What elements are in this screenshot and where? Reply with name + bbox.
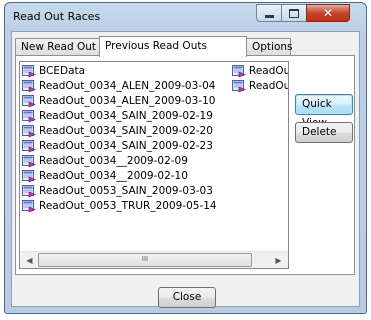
close-window-button[interactable]: ✕ <box>306 4 350 22</box>
list-item[interactable]: ReadOut_0034__2009-02-10 <box>22 169 217 184</box>
list-item[interactable]: ReadOut_0034_SAIN_2009-02-20 <box>22 124 217 139</box>
list-item-label: ReadOu <box>249 80 289 92</box>
minimize-icon <box>264 14 274 18</box>
database-file-icon <box>232 80 246 93</box>
tab-previous-read-outs[interactable]: Previous Read Outs <box>99 36 247 57</box>
list-column-2: ReadOu ReadOu <box>232 64 289 94</box>
maximize-icon <box>289 8 299 18</box>
list-item[interactable]: ReadOut_0034_SAIN_2009-02-23 <box>22 139 217 154</box>
database-file-icon <box>22 125 36 138</box>
list-item-label: ReadOut_0034_SAIN_2009-02-20 <box>39 125 213 137</box>
scroll-left-arrow-icon[interactable]: ◀ <box>21 254 38 267</box>
list-item[interactable]: ReadOut_0053_SAIN_2009-03-03 <box>22 184 217 199</box>
read-out-races-window: Read Out Races ✕ New Read Out Previous R… <box>4 2 367 314</box>
database-file-icon <box>22 80 36 93</box>
scroll-thumb[interactable]: III <box>38 253 252 267</box>
list-item[interactable]: ReadOut_0034_SAIN_2009-02-19 <box>22 109 217 124</box>
title-bar[interactable]: Read Out Races ✕ <box>5 3 366 31</box>
database-file-icon <box>22 170 36 183</box>
read-out-list[interactable]: BCEData ReadOut_0034_ALEN_2009-03-04 ReadO… <box>19 61 289 269</box>
list-item-label: ReadOu <box>249 65 289 77</box>
list-item[interactable]: ReadOut_0053_TRUR_2009-05-14 <box>22 199 217 214</box>
dialog-client-area: New Read Out Previous Read Outs Options … <box>11 31 360 308</box>
list-item-label: ReadOut_0034_ALEN_2009-03-10 <box>39 95 216 107</box>
database-file-icon <box>22 110 36 123</box>
scroll-thumb-grip: III <box>141 255 149 263</box>
quick-view-button[interactable]: Quick View <box>295 94 353 129</box>
list-item-label: BCEData <box>39 65 86 77</box>
list-item[interactable]: ReadOut_0034_ALEN_2009-03-10 <box>22 94 217 109</box>
delete-button[interactable]: Delete <box>295 122 353 143</box>
list-item[interactable]: ReadOut_0034_ALEN_2009-03-04 <box>22 79 217 94</box>
list-item-label: ReadOut_0034_ALEN_2009-03-04 <box>39 80 216 92</box>
database-file-icon <box>22 65 36 78</box>
list-item-label: ReadOut_0034_SAIN_2009-02-23 <box>39 140 213 152</box>
previous-read-outs-panel: BCEData ReadOut_0034_ALEN_2009-03-04 ReadO… <box>15 55 355 275</box>
maximize-button[interactable] <box>281 4 307 22</box>
list-item-label: ReadOut_0034_SAIN_2009-02-19 <box>39 110 213 122</box>
list-item-label: ReadOut_0034__2009-02-09 <box>39 155 188 167</box>
minimize-button[interactable] <box>256 4 282 22</box>
database-file-icon <box>22 185 36 198</box>
scroll-right-arrow-icon[interactable]: ▶ <box>270 254 287 267</box>
database-file-icon <box>22 95 36 108</box>
horizontal-scrollbar[interactable]: ◀ III ▶ <box>20 251 288 268</box>
database-file-icon <box>232 65 246 78</box>
list-item[interactable]: BCEData <box>22 64 217 79</box>
database-file-icon <box>22 155 36 168</box>
list-item[interactable]: ReadOu <box>232 79 289 94</box>
window-title: Read Out Races <box>13 10 101 23</box>
database-file-icon <box>22 200 36 213</box>
tab-new-read-out[interactable]: New Read Out <box>15 38 100 56</box>
database-file-icon <box>22 140 36 153</box>
list-item-label: ReadOut_0034__2009-02-10 <box>39 170 188 182</box>
list-item-label: ReadOut_0053_TRUR_2009-05-14 <box>39 200 217 212</box>
list-item[interactable]: ReadOut_0034__2009-02-09 <box>22 154 217 169</box>
close-button[interactable]: Close <box>158 287 216 308</box>
list-item-label: ReadOut_0053_SAIN_2009-03-03 <box>39 185 213 197</box>
list-item[interactable]: ReadOu <box>232 64 289 79</box>
close-icon: ✕ <box>322 6 334 20</box>
tab-options[interactable]: Options <box>246 38 293 56</box>
list-column-1: BCEData ReadOut_0034_ALEN_2009-03-04 ReadO… <box>22 64 217 214</box>
